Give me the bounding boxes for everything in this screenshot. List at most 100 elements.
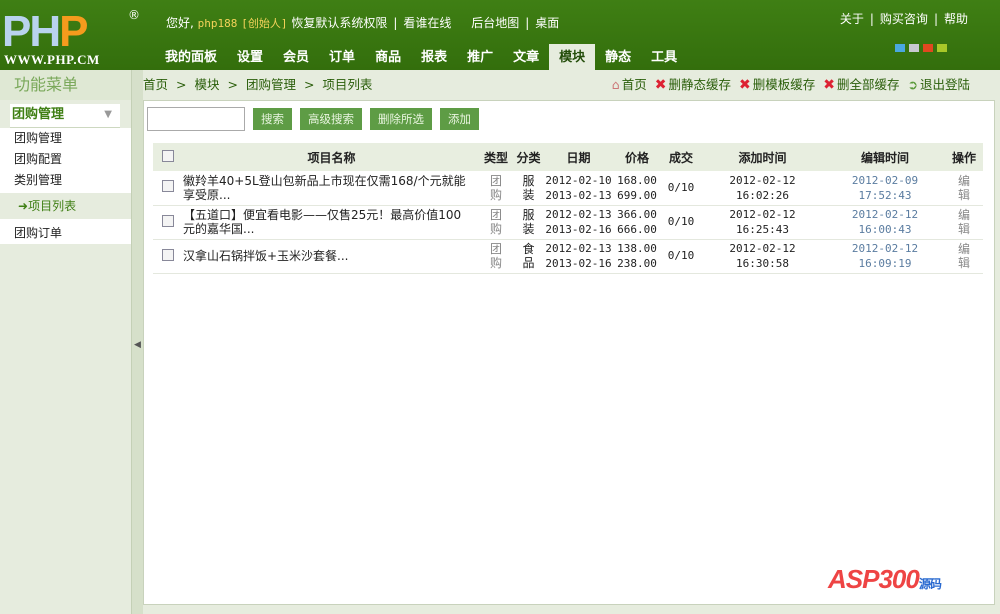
- added-time-line: 2012-02-12: [729, 173, 796, 187]
- main-nav: 我的面板 设置 会员 订单 商品 报表 推广 文章 模块 静态 工具: [155, 44, 687, 70]
- add-button[interactable]: 添加: [440, 108, 479, 130]
- nav-tab[interactable]: 设置: [227, 44, 273, 70]
- sidebar-item[interactable]: 类别管理: [0, 170, 131, 191]
- project-name-link[interactable]: 【五道口】便宜看电影——仅售25元！最高价值100元的嘉华国...: [183, 208, 468, 236]
- price-line: 238.00: [617, 257, 657, 270]
- sidebar-group[interactable]: 团购管理 ▼: [10, 104, 120, 128]
- collapse-arrow-icon: ◀: [134, 340, 141, 350]
- edited-time-line: 16:00:43: [858, 223, 912, 236]
- row-checkbox[interactable]: [162, 248, 174, 261]
- date-range: 2012-02-10 2013-02-13: [545, 174, 611, 202]
- skin-green-button[interactable]: [937, 44, 947, 52]
- label: 删模板缓存: [752, 77, 816, 92]
- table-row: 汉拿山石锅拌饭+玉米沙套餐... 团购 食品 2012-02-13 2013-02…: [153, 239, 983, 274]
- select-all-checkbox[interactable]: [162, 149, 174, 162]
- col-actions: 操作: [945, 143, 983, 171]
- date-range-line: 2012-02-10: [545, 173, 612, 187]
- asp300-watermark: ASP300源码: [828, 564, 942, 594]
- delete-icon: ✖: [739, 77, 751, 93]
- sitemap-link[interactable]: 后台地图: [471, 16, 519, 30]
- clear-template-cache-link[interactable]: ✖ 删模板缓存: [739, 72, 815, 98]
- logo-url: WWW.PHP.CM: [4, 52, 100, 67]
- date-range-line: 2013-02-13: [545, 188, 612, 202]
- added-time-line: 2012-02-12: [729, 208, 796, 221]
- type: 团购: [489, 242, 502, 270]
- user-role: [创始人]: [241, 17, 288, 30]
- project-name-link[interactable]: 汉拿山石锅拌饭+玉米沙套餐...: [183, 249, 468, 263]
- type-cell: 团购: [480, 239, 512, 274]
- price-line: 138.00: [617, 242, 657, 255]
- desktop-link[interactable]: 桌面: [535, 16, 559, 30]
- breadcrumb: 首页 > 模块 > 团购管理 > 项目列表: [143, 72, 376, 98]
- col-name: 项目名称: [183, 143, 480, 171]
- sidebar-item-current[interactable]: ➜项目列表: [0, 193, 131, 219]
- purchase-link[interactable]: 购买咨询: [880, 12, 928, 26]
- sidebar-item[interactable]: 团购配置: [0, 149, 131, 170]
- logo-text: PH: [2, 7, 61, 56]
- edited-time: 2012-02-12 16:09:19: [852, 242, 918, 270]
- label: 删静态缓存: [668, 77, 731, 92]
- type-cell: 团购: [480, 171, 512, 206]
- sidebar-item[interactable]: 团购订单: [0, 223, 131, 244]
- advanced-search-button[interactable]: 高级搜索: [300, 108, 362, 130]
- sidebar-title: 功能菜单: [0, 70, 131, 100]
- date-range-line: 2013-02-16: [545, 223, 612, 236]
- who-online-link[interactable]: 看谁在线: [403, 16, 451, 30]
- crumb-current: 项目列表: [322, 77, 373, 92]
- home-link[interactable]: ⌂ 首页: [612, 72, 647, 98]
- edit-link[interactable]: 编辑: [958, 242, 971, 270]
- edit-link[interactable]: 编辑: [958, 174, 971, 202]
- edited-time: 2012-02-09 17:52:43: [852, 174, 918, 202]
- nav-tab[interactable]: 商品: [365, 44, 411, 70]
- nav-tab[interactable]: 文章: [503, 44, 549, 70]
- sidebar-item[interactable]: 团购管理: [0, 128, 131, 149]
- help-link[interactable]: 帮助: [944, 12, 968, 26]
- nav-tab[interactable]: 静态: [595, 44, 641, 70]
- edit-link[interactable]: 编辑: [958, 208, 971, 236]
- skin-blue-button[interactable]: [895, 44, 905, 52]
- clear-all-cache-link[interactable]: ✖ 删全部缓存: [823, 72, 899, 98]
- row-checkbox[interactable]: [162, 180, 174, 193]
- crumb-module[interactable]: 模块: [194, 77, 219, 92]
- col-added: 添加时间: [700, 143, 825, 171]
- search-button[interactable]: 搜索: [253, 108, 292, 130]
- nav-tab[interactable]: 订单: [319, 44, 365, 70]
- date-range-line: 2013-02-16: [545, 257, 612, 270]
- project-name-link[interactable]: 徽羚羊40+5L登山包新品上市现在仅需168/个元就能享受原...: [183, 174, 468, 202]
- col-type: 类型: [480, 143, 512, 171]
- user-info: 您好, php188 [创始人] 恢复默认系统权限 | 看谁在线 后台地图 | 桌面: [166, 16, 560, 30]
- delete-icon: ✖: [823, 77, 835, 93]
- search-input[interactable]: [147, 107, 245, 131]
- crumb-home[interactable]: 首页: [143, 77, 168, 92]
- nav-tab[interactable]: 会员: [273, 44, 319, 70]
- crumb-group[interactable]: 团购管理: [246, 77, 296, 92]
- logo-text-accent: P: [59, 7, 88, 56]
- clear-static-cache-link[interactable]: ✖ 删静态缓存: [655, 72, 731, 98]
- date-range: 2012-02-13 2013-02-16: [545, 242, 611, 270]
- date-range-line: 2012-02-13: [545, 208, 612, 221]
- nav-tab[interactable]: 推广: [457, 44, 503, 70]
- price-line: 366.00: [617, 208, 657, 221]
- category: 服装: [522, 173, 535, 202]
- greeting: 您好,: [166, 16, 194, 30]
- restore-permissions-link[interactable]: 恢复默认系统权限: [291, 16, 387, 30]
- php-logo[interactable]: PHP ® WWW.PHP.CM: [2, 7, 140, 68]
- nav-tab[interactable]: 我的面板: [155, 44, 227, 70]
- quick-actions: ⌂ 首页 ✖ 删静态缓存 ✖ 删模板缓存 ✖ 删全部缓存 ➲ 退出登陆: [612, 72, 970, 98]
- toolbar: 搜索 高级搜索 删除所选 添加: [147, 107, 479, 131]
- skin-red-button[interactable]: [923, 44, 933, 52]
- price: 168.00 699.00: [617, 174, 657, 202]
- skin-gray-button[interactable]: [909, 44, 919, 52]
- type: 团购: [489, 208, 502, 236]
- delete-selected-button[interactable]: 删除所选: [370, 108, 432, 130]
- chevron-down-icon: ▼: [104, 109, 112, 120]
- nav-tab-active[interactable]: 模块: [549, 44, 596, 70]
- nav-tab[interactable]: 报表: [411, 44, 457, 70]
- logout-link[interactable]: ➲ 退出登陆: [908, 72, 971, 98]
- about-link[interactable]: 关于: [840, 12, 864, 26]
- row-checkbox[interactable]: [162, 214, 174, 227]
- sidebar-toggle[interactable]: ◀: [131, 70, 143, 614]
- nav-tab[interactable]: 工具: [641, 44, 687, 70]
- added-time: 2012-02-12 16:02:26: [729, 174, 795, 202]
- price: 366.00 666.00: [617, 208, 657, 236]
